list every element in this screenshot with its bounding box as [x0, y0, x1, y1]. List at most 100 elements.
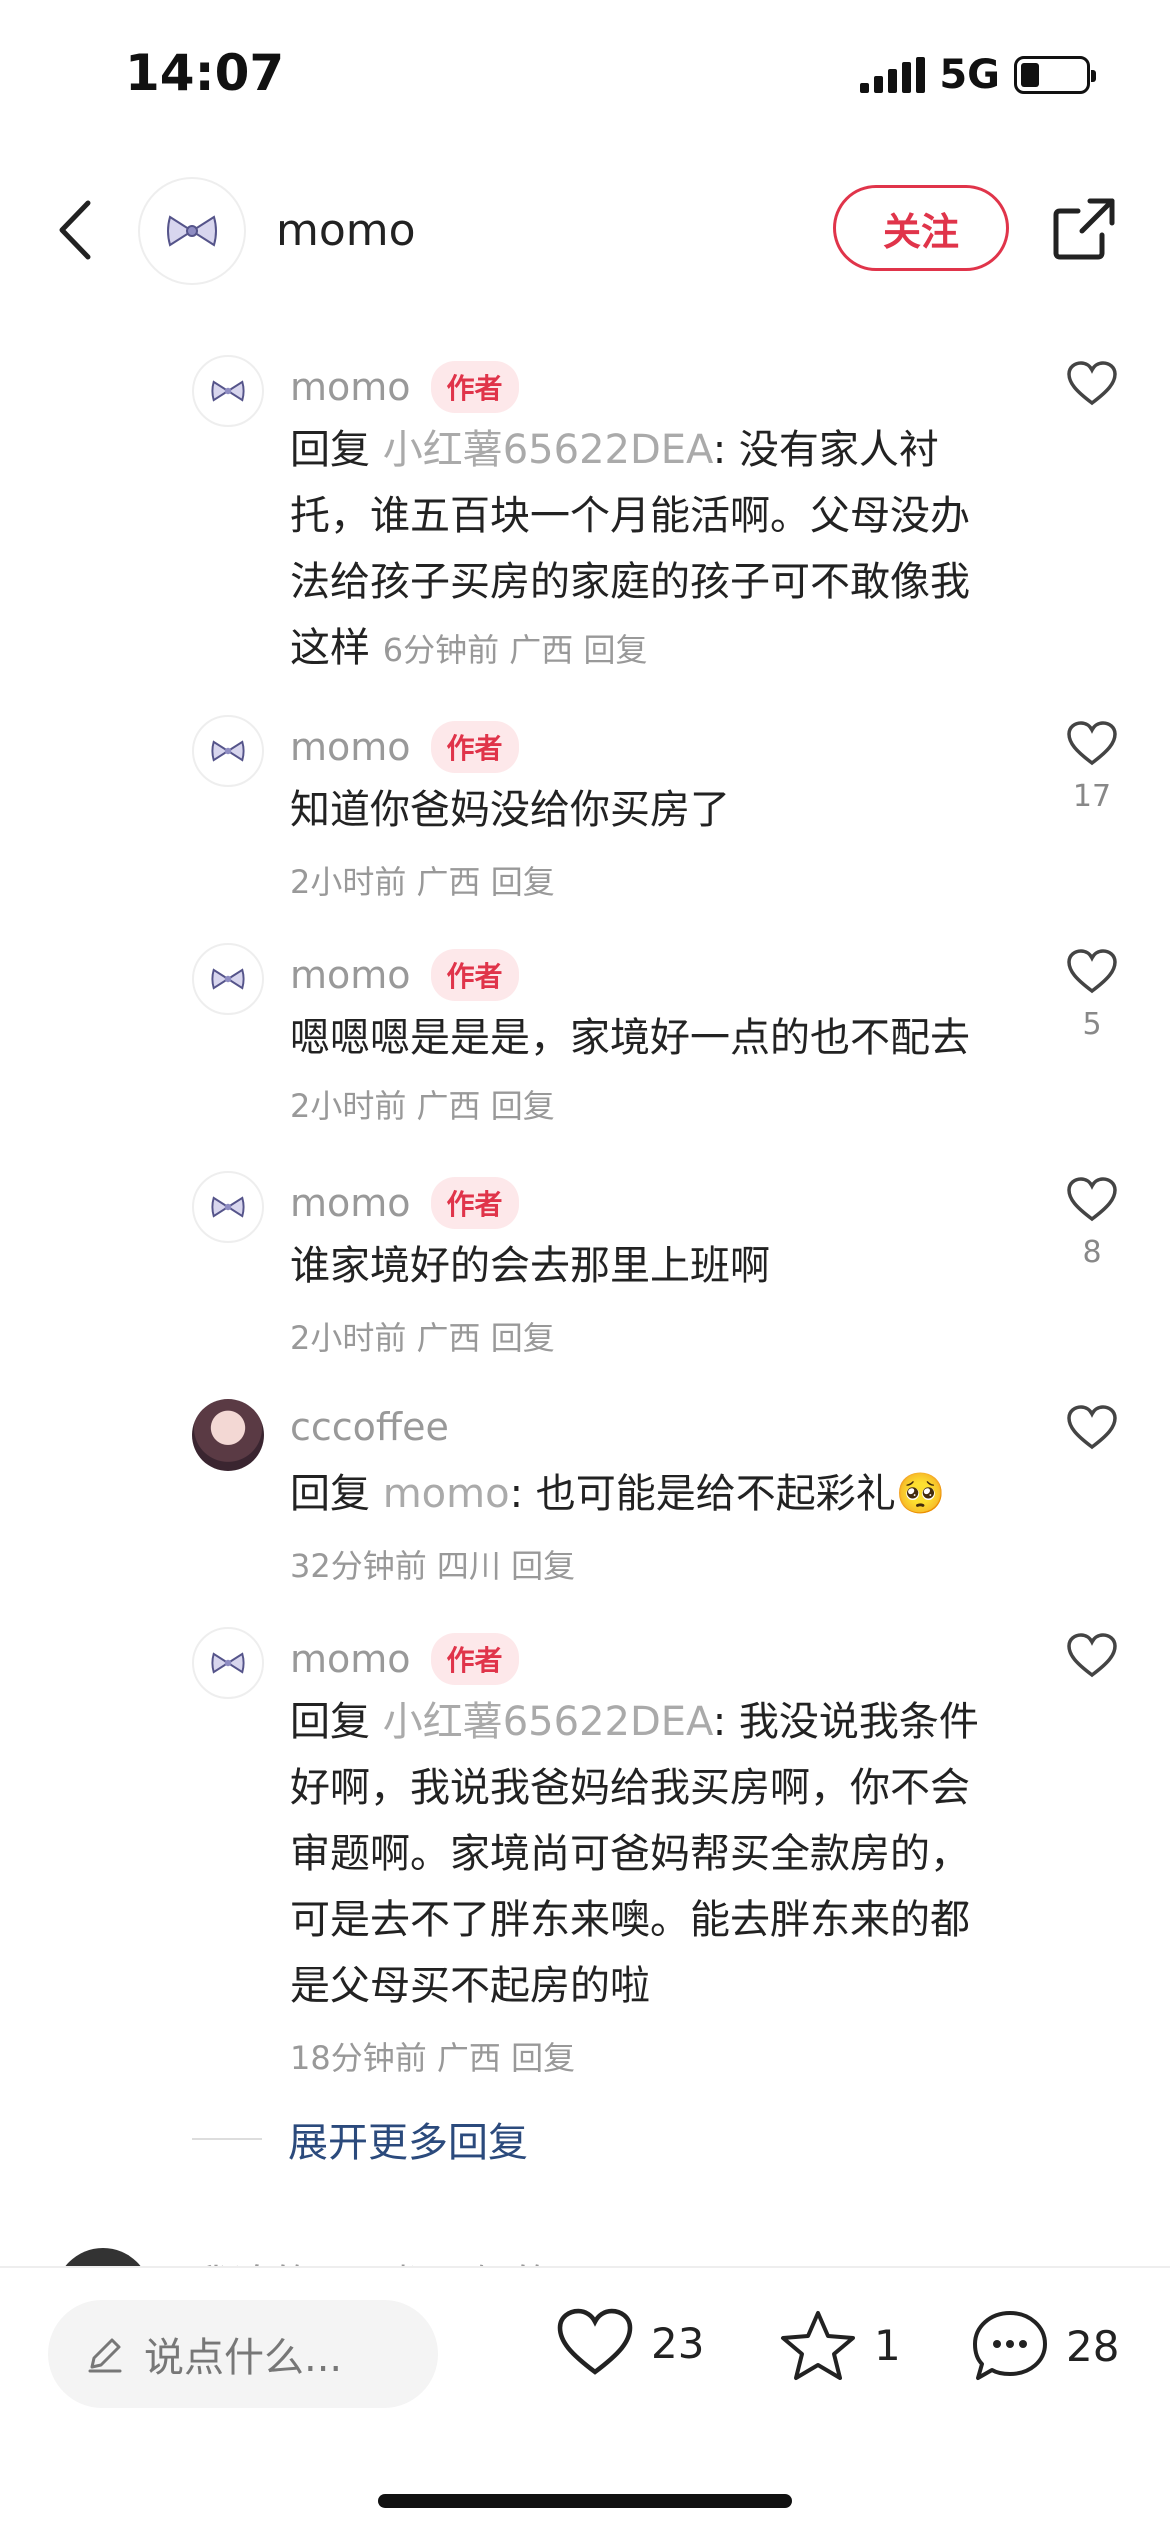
comment-text[interactable]: 回复 小红薯65622DEA: 我没说我条件好啊，我说我爸妈给我买房啊，你不会审… — [290, 1689, 990, 2019]
heart-icon[interactable] — [1066, 361, 1118, 407]
reply-button[interactable]: 回复 — [511, 2039, 575, 2077]
comment-text[interactable]: 谁家境好的会去那里上班啊 — [290, 1233, 990, 1299]
comment-username[interactable]: momo — [290, 1181, 411, 1225]
comment-like[interactable]: 5 — [1062, 949, 1122, 1042]
comment-time: 18分钟前 — [290, 2039, 427, 2077]
comment-username[interactable]: momo — [290, 725, 411, 769]
comment-like[interactable]: 17 — [1062, 721, 1122, 814]
chat-bubble-icon[interactable] — [970, 2308, 1050, 2384]
reply-to-user[interactable]: 小红薯65622DEA — [383, 1699, 713, 1745]
input-placeholder: 说点什么... — [144, 2335, 343, 2381]
like-count: 5 — [1082, 1007, 1102, 1042]
reply-to-user[interactable]: momo — [383, 1471, 510, 1517]
like-count: 8 — [1082, 1235, 1102, 1270]
comment-time: 2小时前 — [290, 863, 407, 901]
heart-icon[interactable] — [555, 2308, 635, 2378]
comment-text[interactable]: 回复 momo: 也可能是给不起彩礼🥺 — [290, 1461, 990, 1527]
comment-location: 广西 — [509, 631, 574, 669]
crying-face-icon: 🥺 — [895, 1471, 946, 1517]
comment-meta: 18分钟前 广西 回复 — [290, 2033, 575, 2079]
reply-button[interactable]: 回复 — [583, 631, 647, 669]
star-icon[interactable] — [778, 2308, 858, 2382]
comment-time: 6分钟前 — [382, 631, 500, 669]
comment-avatar[interactable] — [55, 2248, 151, 2266]
comment-location: 广西 — [416, 1087, 481, 1125]
comment-username[interactable]: cccoffee — [290, 1405, 449, 1449]
comment-time: 32分钟前 — [290, 1547, 427, 1585]
comment-username[interactable]: momo — [290, 1637, 411, 1681]
comment-text[interactable]: 知道你爸妈没给你买房了 — [290, 777, 990, 843]
collect-action[interactable]: 1 — [778, 2308, 901, 2382]
heart-icon[interactable] — [1066, 1177, 1118, 1223]
bow-icon — [167, 215, 217, 247]
author-badge: 作者 — [430, 1633, 519, 1685]
reply-button[interactable]: 回复 — [511, 1547, 575, 1585]
like-action[interactable]: 23 — [555, 2308, 704, 2378]
bow-icon — [211, 968, 245, 990]
reply-button[interactable]: 回复 — [491, 863, 555, 901]
header-username[interactable]: momo — [276, 205, 416, 256]
comment-avatar[interactable] — [192, 1171, 264, 1243]
comment-total: 28 — [1066, 2321, 1120, 2371]
comment-text[interactable]: 嗯嗯嗯是是是，家境好一点的也不配去 2小时前 广西 回复 — [290, 1005, 990, 1139]
heart-icon[interactable] — [1066, 1405, 1118, 1451]
reply-button[interactable]: 回复 — [491, 1087, 555, 1125]
comment-location: 四川 — [436, 1547, 501, 1585]
comment-avatar[interactable] — [192, 715, 264, 787]
like-total: 23 — [651, 2318, 705, 2368]
nav-header: momo 关注 — [0, 165, 1170, 295]
expand-more-replies[interactable]: 展开更多回复 — [192, 2110, 528, 2168]
back-arrow-icon[interactable] — [50, 195, 100, 265]
comment-time: 2小时前 — [290, 1087, 407, 1125]
signal-icon — [860, 57, 926, 93]
comment-header: momo 作者 — [290, 949, 519, 1001]
author-badge: 作者 — [430, 721, 519, 773]
comment-location: 广西 — [416, 863, 481, 901]
collect-total: 1 — [874, 2320, 901, 2370]
comment-text[interactable]: 我追的……都是假的 — [192, 2252, 552, 2266]
comment-avatar[interactable] — [192, 1627, 264, 1699]
comment-username[interactable]: momo — [290, 953, 411, 997]
pencil-icon — [88, 2338, 122, 2373]
comment-meta: 6分钟前 广西 回复 — [383, 631, 648, 669]
comment-like[interactable] — [1062, 1633, 1122, 1679]
comment-action[interactable]: 28 — [970, 2308, 1119, 2384]
home-indicator[interactable] — [378, 2494, 792, 2508]
comment-header: momo 作者 — [290, 1633, 519, 1685]
status-indicators: 5G — [860, 52, 1096, 98]
comment-avatar[interactable] — [192, 943, 264, 1015]
bow-icon — [211, 380, 245, 402]
comment-avatar[interactable] — [192, 1399, 264, 1471]
status-time: 14:07 — [125, 44, 285, 102]
heart-icon[interactable] — [1066, 1633, 1118, 1679]
reply-to-user[interactable]: 小红薯65622DEA — [383, 427, 713, 473]
heart-icon[interactable] — [1066, 721, 1118, 767]
reply-button[interactable]: 回复 — [491, 1319, 555, 1357]
network-type: 5G — [939, 52, 1000, 98]
share-icon[interactable] — [1050, 195, 1118, 263]
comment-like[interactable]: 8 — [1062, 1177, 1122, 1270]
author-badge: 作者 — [430, 361, 519, 413]
comment-body: : 我没说我条件好啊，我说我爸妈给我买房啊，你不会审题啊。家境尚可爸妈帮买全款房… — [290, 1699, 979, 2009]
comment-meta: 2小时前 广西 回复 — [290, 1087, 555, 1125]
status-bar: 14:07 5G — [0, 0, 1170, 150]
follow-button[interactable]: 关注 — [833, 185, 1009, 271]
bottom-bar: 说点什么... 23 1 28 — [0, 2266, 1170, 2532]
user-avatar[interactable] — [138, 177, 246, 285]
comment-like[interactable] — [1062, 361, 1122, 407]
heart-icon[interactable] — [1066, 949, 1118, 995]
reply-prefix: 回复 — [290, 427, 370, 473]
comment-header: momo 作者 — [290, 721, 519, 773]
comment-like[interactable] — [1062, 1405, 1122, 1451]
battery-icon — [1014, 56, 1096, 94]
comment-username[interactable]: momo — [290, 365, 411, 409]
comment-input[interactable]: 说点什么... — [48, 2300, 438, 2408]
comment-body: : 也可能是给不起彩礼 — [509, 1471, 896, 1517]
author-badge: 作者 — [430, 949, 519, 1001]
comment-text[interactable]: 回复 小红薯65622DEA: 没有家人衬托，谁五百块一个月能活啊。父母没办法给… — [290, 417, 990, 683]
comment-meta: 32分钟前 四川 回复 — [290, 1541, 575, 1587]
comment-header: cccoffee — [290, 1405, 449, 1449]
expand-more-label[interactable]: 展开更多回复 — [288, 2110, 528, 2168]
comment-avatar[interactable] — [192, 355, 264, 427]
bow-icon — [211, 1652, 245, 1674]
